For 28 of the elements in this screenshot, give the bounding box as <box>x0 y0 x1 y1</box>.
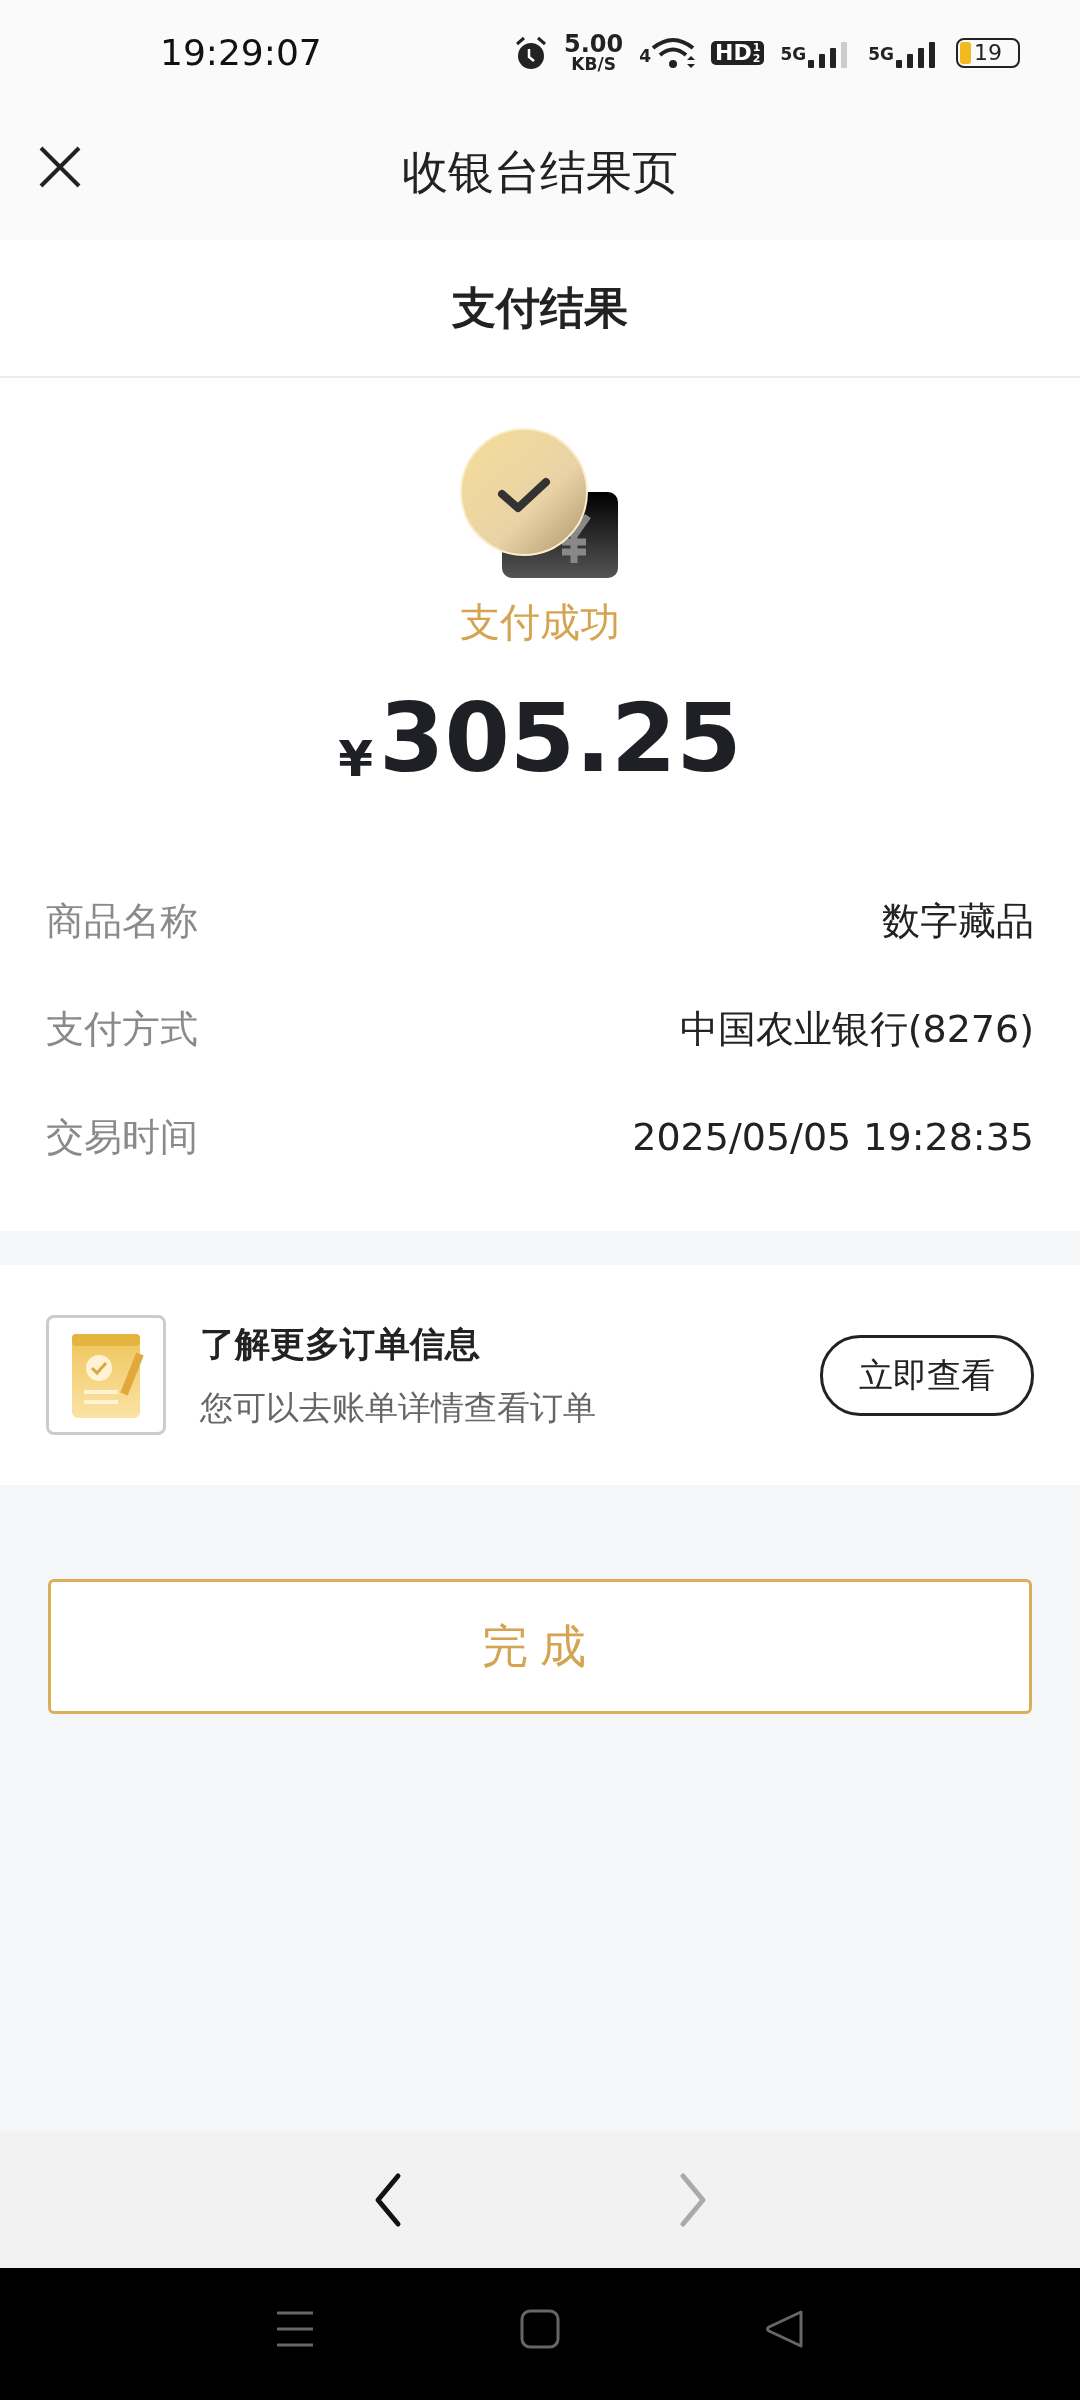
detail-value: 2025/05/05 19:28:35 <box>632 1113 1034 1161</box>
battery-icon: 19 <box>956 37 1020 68</box>
alarm-clock-icon <box>514 35 548 70</box>
status-time: 19:29:07 <box>160 30 322 75</box>
detail-label: 支付方式 <box>46 1005 198 1053</box>
detail-label: 商品名称 <box>46 897 198 945</box>
network-speed: 5.00 KB/S <box>564 32 624 73</box>
network-type: 5G <box>780 45 807 63</box>
close-button[interactable] <box>38 145 82 189</box>
section-title: 支付结果 <box>452 281 628 335</box>
payment-status: 支付成功 <box>460 598 620 647</box>
close-icon <box>38 145 82 189</box>
detail-value: 中国农业银行(8276) <box>679 1005 1034 1053</box>
network-type: 5G <box>868 45 894 63</box>
wifi-icon <box>651 35 696 70</box>
page-title: 收银台结果页 <box>402 144 678 201</box>
payment-success-icon <box>460 428 620 578</box>
order-info-title: 了解更多订单信息 <box>200 1323 481 1366</box>
currency-symbol: ¥ <box>338 729 373 790</box>
detail-label: 交易时间 <box>46 1113 198 1161</box>
back-icon[interactable] <box>765 2309 805 2349</box>
detail-value: 数字藏品 <box>882 897 1034 945</box>
payment-amount: 305.25 <box>379 692 742 786</box>
wifi-label: 4 <box>639 45 652 68</box>
home-icon[interactable] <box>520 2309 560 2349</box>
menu-icon[interactable] <box>275 2309 315 2349</box>
order-info-subtitle: 您可以去账单详情查看订单 <box>200 1386 597 1429</box>
view-now-button[interactable]: 立即查看 <box>820 1334 1034 1416</box>
